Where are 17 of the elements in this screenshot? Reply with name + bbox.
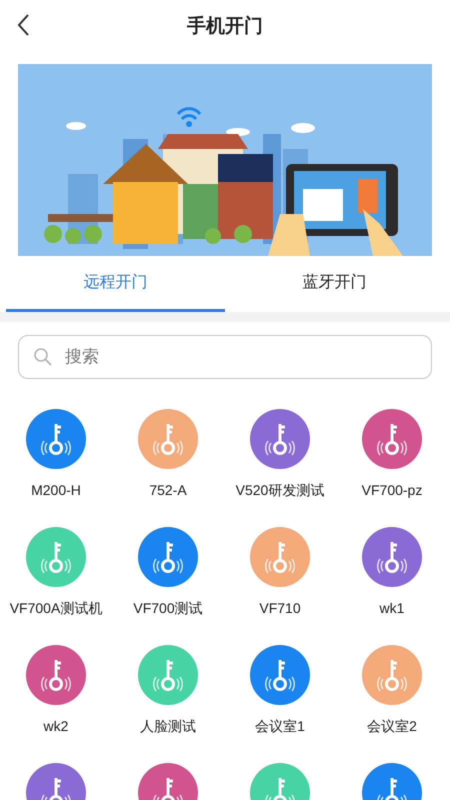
- search-field[interactable]: 搜索: [18, 335, 432, 379]
- door-label: wk2: [44, 718, 68, 734]
- search-icon: [33, 347, 53, 367]
- door-label: VF710: [259, 600, 301, 616]
- page-title: 手机开门: [187, 14, 263, 39]
- door-label: 人脸测试: [140, 718, 196, 736]
- door-label: V520研发测试: [236, 482, 324, 500]
- door-label: 752-A: [149, 482, 187, 498]
- door-label: VF700A测试机: [10, 600, 102, 618]
- tab[interactable]: 蓝牙开门: [225, 256, 444, 312]
- back-icon[interactable]: [16, 13, 30, 37]
- door-label: 会议室2: [367, 718, 417, 736]
- door-label: 会议室1: [255, 718, 305, 736]
- door-label: VF700测试: [133, 600, 203, 618]
- door-label: M200-H: [31, 482, 81, 498]
- door-label: VF700-pz: [362, 482, 422, 498]
- door-label: wk1: [380, 600, 404, 616]
